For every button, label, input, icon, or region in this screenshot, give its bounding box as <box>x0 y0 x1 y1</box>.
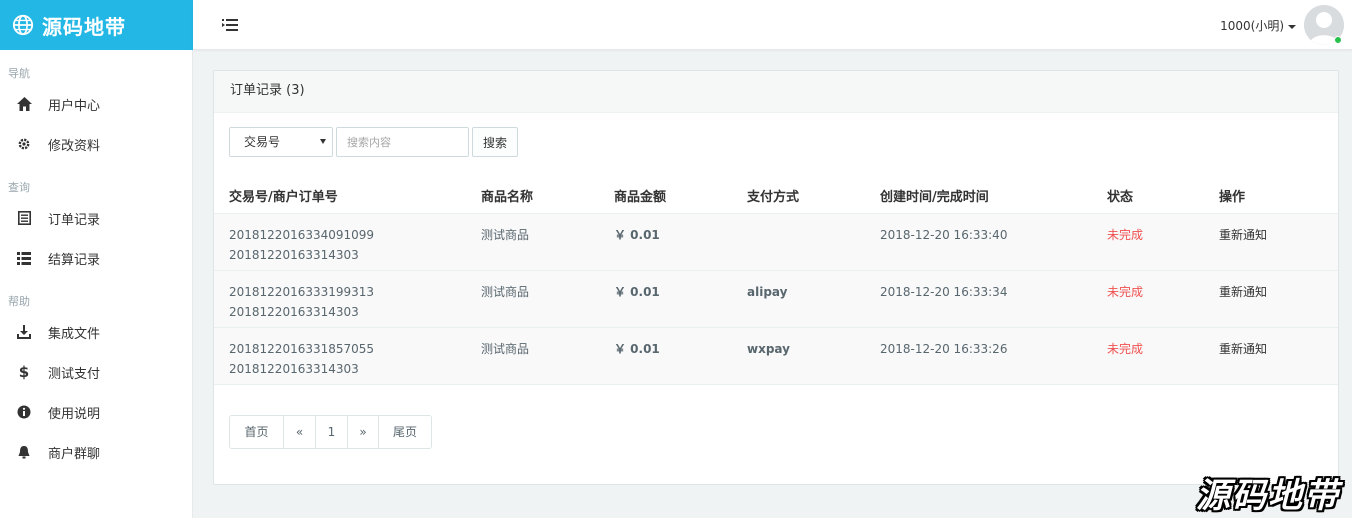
list-icon <box>16 250 32 266</box>
sidebar-item-merchant-chat[interactable]: 商户群聊 <box>0 432 192 472</box>
column-header: 支付方式 <box>747 179 880 214</box>
caret-down-icon <box>1288 24 1296 29</box>
globe-icon <box>12 14 34 36</box>
sidebar-item-label: 使用说明 <box>48 406 101 422</box>
amount: ￥ 0.01 <box>614 270 747 328</box>
bell-icon <box>16 444 32 460</box>
menu-toggle-icon[interactable] <box>222 18 238 32</box>
status-text: 未完成 <box>1107 327 1219 385</box>
created-time: 2018-12-20 16:33:40 <box>880 213 1107 271</box>
amount: ￥ 0.01 <box>614 327 747 385</box>
trade-no: 2018122016331857055 <box>229 341 375 356</box>
sidebar-item-integration-files[interactable]: 集成文件 <box>0 312 192 352</box>
order-no: 20181220163314303 <box>229 361 359 376</box>
column-header: 商品金额 <box>614 179 747 214</box>
first-page-button[interactable]: 首页 <box>230 416 283 448</box>
home-icon <box>16 96 32 112</box>
gear-icon <box>16 136 32 152</box>
sidebar-item-settlements[interactable]: 结算记录 <box>0 238 192 278</box>
column-header: 创建时间/完成时间 <box>880 179 1107 214</box>
renotify-link[interactable]: 重新通知 <box>1219 270 1338 328</box>
column-header: 状态 <box>1107 179 1219 214</box>
product-name: 测试商品 <box>481 213 614 271</box>
table-header-row: 交易号/商户订单号 商品名称 商品金额 支付方式 创建时间/完成时间 状态 操作 <box>214 179 1338 214</box>
order-no: 20181220163314303 <box>229 304 359 319</box>
table-row: 2018122016334091099 20181220163314303 测试商… <box>214 213 1338 271</box>
sidebar-item-label: 订单记录 <box>48 212 101 228</box>
sidebar: 导航 用户中心 修改资料 查询 订单记录 结算记录 帮助 集成文件 $ 测试支付… <box>0 50 193 518</box>
table-row: 2018122016331857055 20181220163314303 测试商… <box>214 327 1338 385</box>
product-name: 测试商品 <box>481 270 614 328</box>
user-menu[interactable]: 1000(小明) <box>1220 17 1296 34</box>
search-toolbar: 交易号 搜索 <box>229 127 518 157</box>
sidebar-item-label: 修改资料 <box>48 138 101 154</box>
nav-section-title: 帮助 <box>8 295 30 308</box>
panel-title: 订单记录 (3) <box>214 71 1338 113</box>
pay-method <box>747 213 880 271</box>
sidebar-item-label: 测试支付 <box>48 366 101 382</box>
amount: ￥ 0.01 <box>614 213 747 271</box>
sidebar-item-user-center[interactable]: 用户中心 <box>0 84 192 124</box>
sidebar-item-usage-guide[interactable]: 使用说明 <box>0 392 192 432</box>
search-type-value: 交易号 <box>244 135 281 149</box>
sidebar-item-label: 商户群聊 <box>48 446 101 462</box>
created-time: 2018-12-20 16:33:34 <box>880 270 1107 328</box>
page-1-button[interactable]: 1 <box>315 416 347 448</box>
renotify-link[interactable]: 重新通知 <box>1219 213 1338 271</box>
orders-panel: 订单记录 (3) 交易号 搜索 交易号/商户订单号 商品名称 商品金额 支付方式… <box>213 70 1339 485</box>
sidebar-item-label: 结算记录 <box>48 252 101 268</box>
search-button[interactable]: 搜索 <box>472 127 518 157</box>
order-no: 20181220163314303 <box>229 247 359 262</box>
nav-section-title: 查询 <box>8 181 30 194</box>
status-text: 未完成 <box>1107 213 1219 271</box>
column-header: 商品名称 <box>481 179 614 214</box>
sidebar-item-edit-profile[interactable]: 修改资料 <box>0 124 192 164</box>
sidebar-item-test-payment[interactable]: $ 测试支付 <box>0 352 192 392</box>
pay-method: alipay <box>747 270 880 328</box>
next-page-button[interactable]: » <box>347 416 378 448</box>
dollar-icon: $ <box>18 363 30 381</box>
caret-down-icon <box>320 139 326 144</box>
status-text: 未完成 <box>1107 270 1219 328</box>
table-row: 2018122016333199313 20181220163314303 测试商… <box>214 270 1338 328</box>
brand-title: 源码地带 <box>42 14 126 39</box>
search-input[interactable] <box>336 127 469 157</box>
watermark-text: 源码地带 <box>1196 476 1340 516</box>
pay-method: wxpay <box>747 327 880 385</box>
renotify-link[interactable]: 重新通知 <box>1219 327 1338 385</box>
orders-table: 交易号/商户订单号 商品名称 商品金额 支付方式 创建时间/完成时间 状态 操作… <box>214 179 1338 385</box>
trade-no: 2018122016334091099 <box>229 227 375 242</box>
created-time: 2018-12-20 16:33:26 <box>880 327 1107 385</box>
sidebar-item-label: 用户中心 <box>48 98 101 114</box>
sidebar-item-label: 集成文件 <box>48 326 101 342</box>
user-label: 1000(小明) <box>1220 19 1284 33</box>
last-page-button[interactable]: 尾页 <box>378 416 431 448</box>
nav-section-title: 导航 <box>8 67 30 80</box>
download-icon <box>16 324 32 340</box>
prev-page-button[interactable]: « <box>283 416 315 448</box>
list-alt-icon <box>16 210 32 226</box>
online-status-dot <box>1334 36 1342 44</box>
top-header: 1000(小明) <box>193 0 1352 50</box>
info-icon <box>16 404 32 420</box>
search-type-select[interactable]: 交易号 <box>229 127 333 157</box>
sidebar-item-orders[interactable]: 订单记录 <box>0 198 192 238</box>
column-header: 操作 <box>1219 179 1338 214</box>
brand-logo[interactable]: 源码地带 <box>0 0 193 50</box>
trade-no: 2018122016333199313 <box>229 284 375 299</box>
column-header: 交易号/商户订单号 <box>214 179 481 214</box>
pagination: 首页 « 1 » 尾页 <box>229 415 432 449</box>
product-name: 测试商品 <box>481 327 614 385</box>
